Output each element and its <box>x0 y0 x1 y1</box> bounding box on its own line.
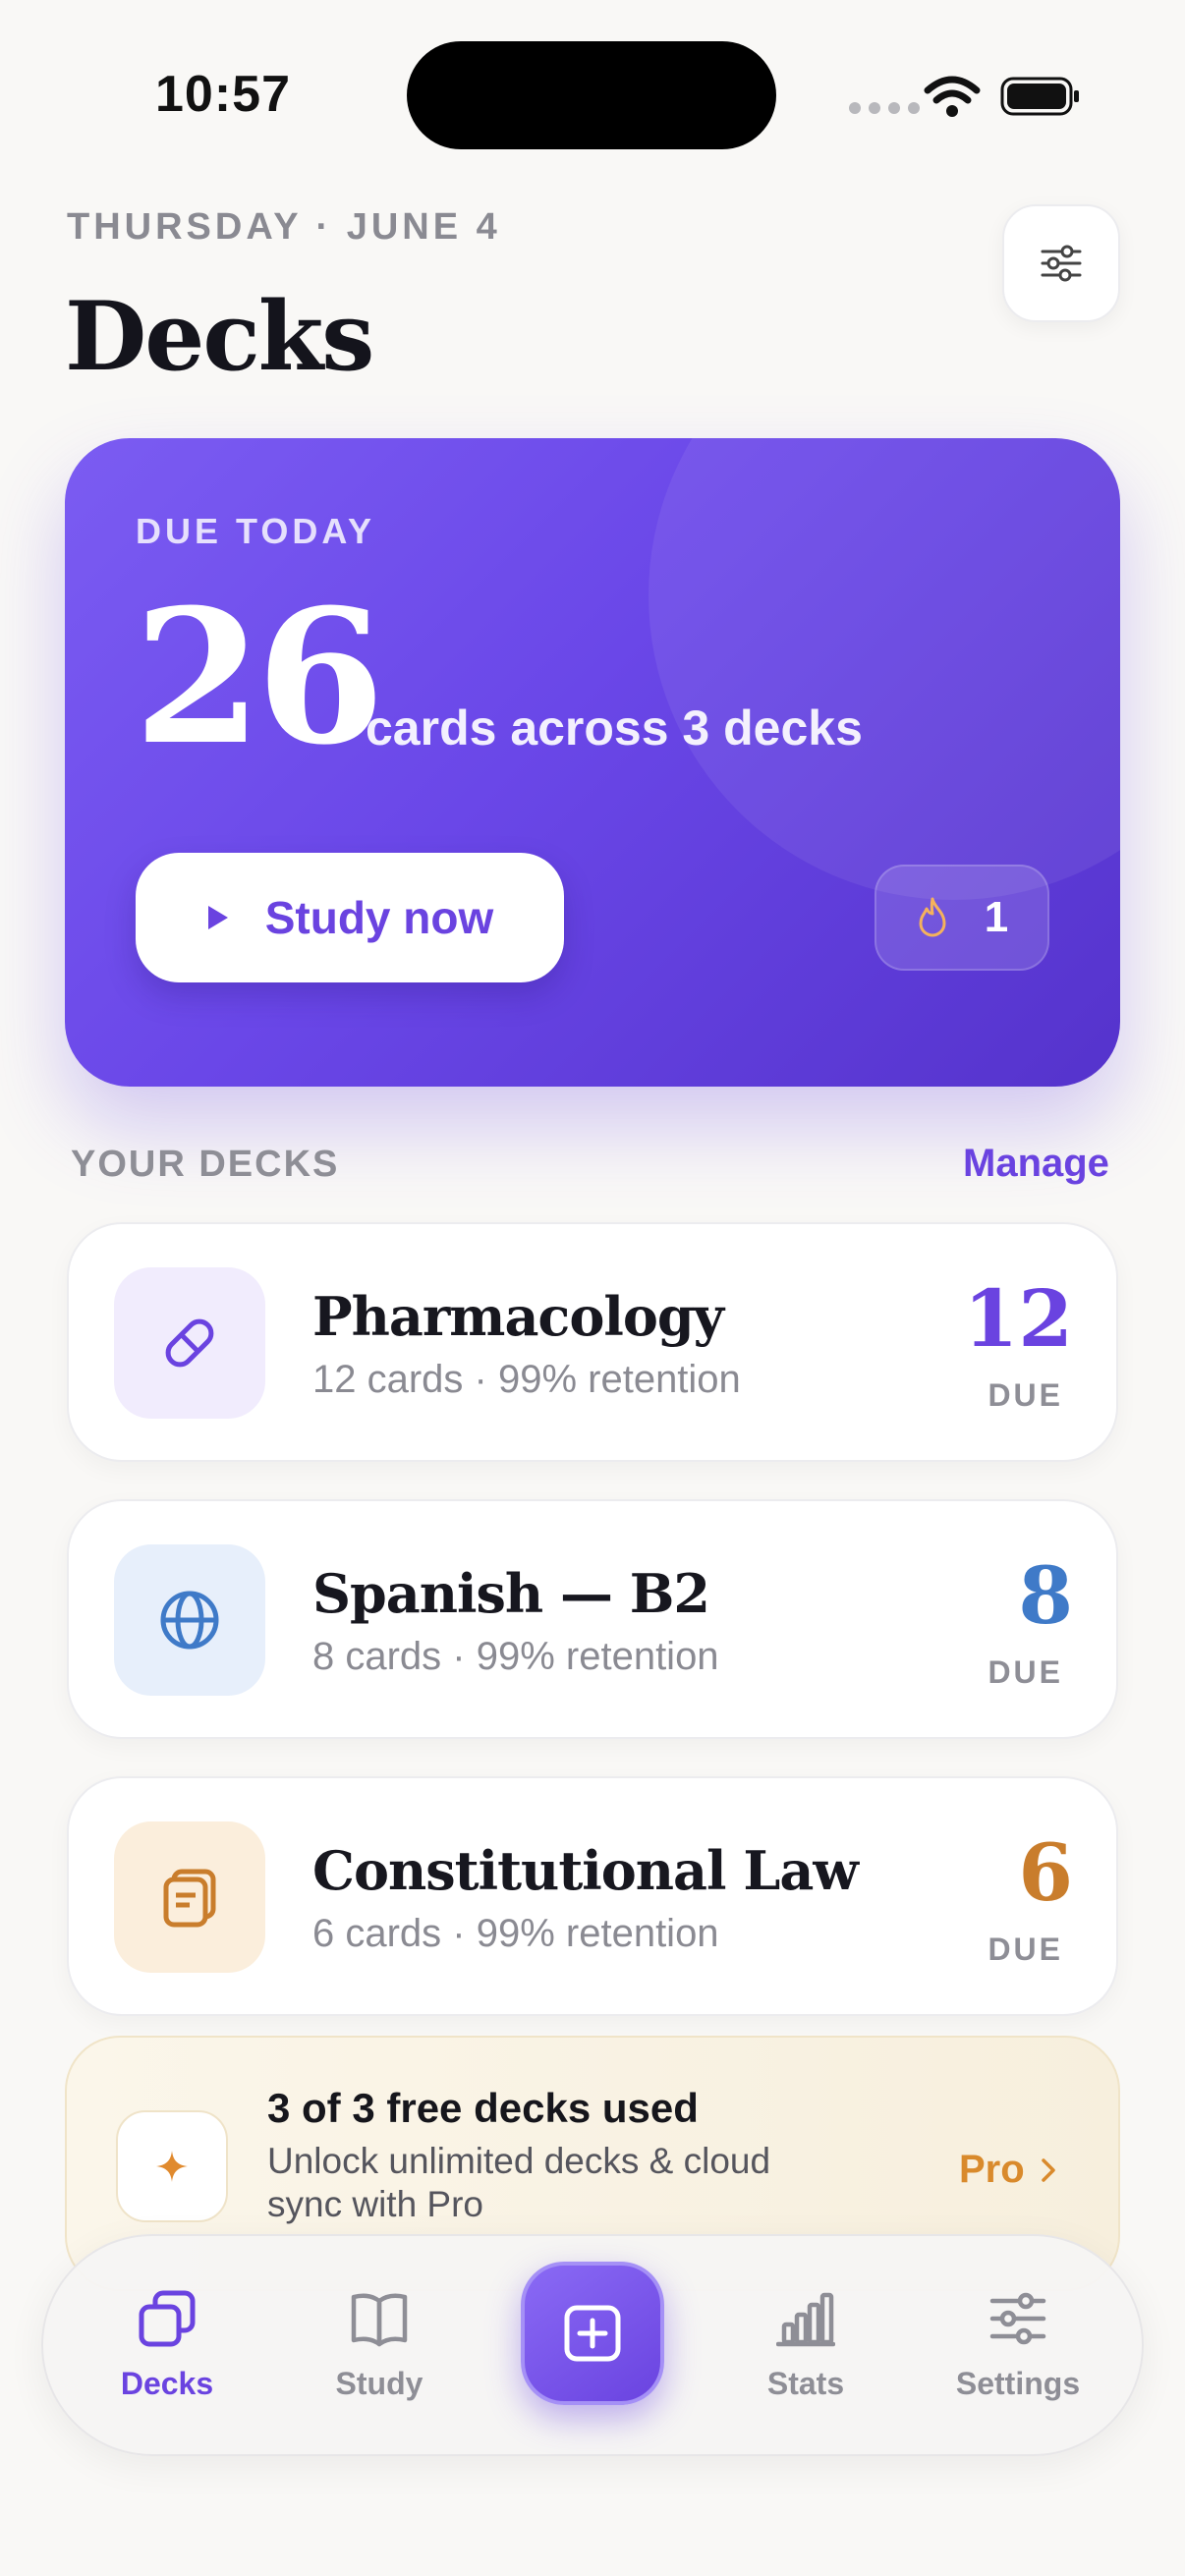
due-today-count: 26 <box>134 569 385 786</box>
sparkle-icon <box>156 2151 188 2182</box>
deck-meta: 12 cards · 99% retention <box>312 1358 741 1401</box>
deck-card-pharmacology[interactable]: Pharmacology 12 cards · 99% retention 12… <box>67 1222 1118 1462</box>
sliders-icon <box>1041 245 1082 282</box>
study-now-label: Study now <box>264 892 494 943</box>
plus-square-icon <box>564 2305 621 2362</box>
deck-due-count: 8 <box>1018 1549 1073 1642</box>
tab-settings[interactable]: Settings <box>939 2289 1097 2402</box>
tab-decks[interactable]: Decks <box>88 2289 246 2402</box>
tab-stats[interactable]: Stats <box>727 2289 884 2402</box>
status-time: 10:57 <box>155 66 291 123</box>
upsell-body: Unlock unlimited decks & cloud sync with… <box>267 2141 771 2224</box>
deck-card-constitutional-law[interactable]: Constitutional Law 6 cards · 99% retenti… <box>67 1776 1118 2016</box>
tab-study[interactable]: Study <box>301 2289 458 2402</box>
decks-icon <box>139 2290 196 2347</box>
deck-icon-box <box>114 1821 265 1973</box>
section-title: YOUR DECKS <box>71 1144 340 1185</box>
upsell-pro-label: Pro <box>959 2148 1025 2191</box>
deck-due-label: DUE <box>988 1654 1063 1690</box>
cards-stack-icon <box>163 1869 216 1928</box>
deck-meta: 8 cards · 99% retention <box>312 1635 719 1678</box>
deck-name: Pharmacology <box>312 1285 724 1348</box>
deck-name: Constitutional Law <box>312 1839 859 1902</box>
deck-due-count: 6 <box>1018 1826 1073 1919</box>
upsell-pro-link[interactable]: Pro <box>959 2148 1056 2192</box>
upsell-icon-box <box>116 2110 228 2222</box>
deck-name: Spanish — B2 <box>312 1562 710 1625</box>
book-icon <box>351 2293 408 2347</box>
study-now-button[interactable]: Study now <box>136 853 564 982</box>
due-today-card: DUE TODAY 26 cards across 3 decks Study … <box>65 438 1120 1087</box>
globe-icon <box>160 1591 219 1650</box>
page-title: Decks <box>65 281 374 392</box>
upsell-title: 3 of 3 free decks used <box>267 2085 699 2131</box>
wifi-icon <box>924 76 981 117</box>
date-line: THURSDAY · JUNE 4 <box>67 206 501 248</box>
flame-icon <box>919 897 946 937</box>
manage-link[interactable]: Manage <box>963 1142 1109 1186</box>
bar-chart-icon <box>776 2292 835 2347</box>
deck-icon-box <box>114 1544 265 1696</box>
tab-label: Study <box>335 2366 423 2401</box>
tab-bar: Decks Study Stats Settings <box>41 2234 1144 2456</box>
pill-icon <box>165 1318 214 1368</box>
deck-due-count: 12 <box>963 1272 1073 1365</box>
streak-chip[interactable]: 1 <box>875 865 1049 971</box>
due-today-subtitle: cards across 3 decks <box>366 700 863 756</box>
sliders-icon <box>989 2292 1046 2345</box>
filter-button[interactable] <box>1002 204 1120 322</box>
tab-label: Settings <box>955 2366 1081 2401</box>
deck-meta: 6 cards · 99% retention <box>312 1912 719 1955</box>
battery-icon <box>1000 77 1079 116</box>
signal-dots-icon <box>849 102 920 114</box>
deck-due-label: DUE <box>988 1932 1063 1967</box>
deck-icon-box <box>114 1267 265 1419</box>
add-deck-button[interactable] <box>521 2262 664 2405</box>
play-icon <box>207 906 228 929</box>
dynamic-island <box>407 41 776 149</box>
chevron-right-icon <box>1041 2157 1055 2182</box>
tab-label: Decks <box>120 2366 214 2401</box>
due-today-label: DUE TODAY <box>136 511 376 551</box>
tab-label: Stats <box>766 2366 845 2401</box>
hero-glow <box>649 438 1120 900</box>
deck-card-spanish[interactable]: Spanish — B2 8 cards · 99% retention 8 D… <box>67 1499 1118 1739</box>
deck-due-label: DUE <box>988 1377 1063 1413</box>
streak-count: 1 <box>984 893 1009 941</box>
